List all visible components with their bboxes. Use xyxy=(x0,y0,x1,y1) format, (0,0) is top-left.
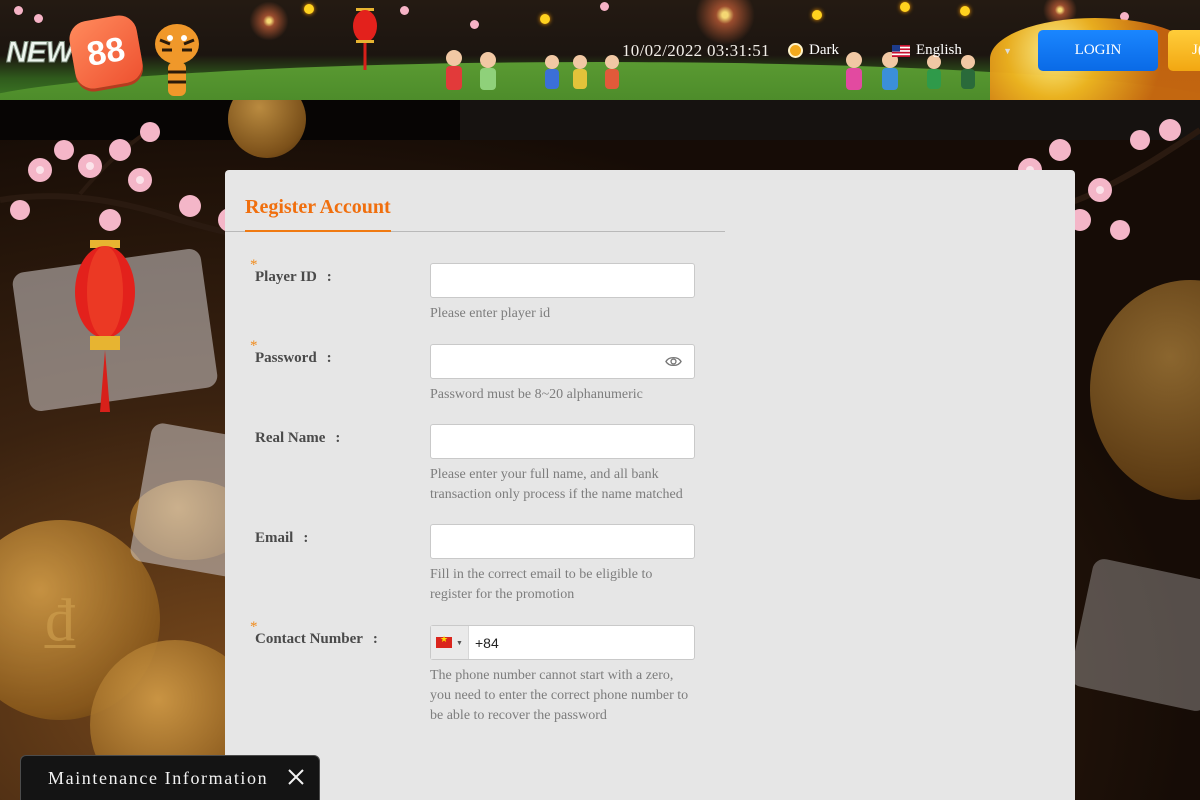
logo-wordmark: NEW xyxy=(6,36,75,70)
player-id-input[interactable] xyxy=(430,263,695,298)
page-title: Register Account xyxy=(245,196,391,218)
email-label: Email: xyxy=(255,530,309,546)
close-icon[interactable] xyxy=(287,768,305,786)
password-hint: Password must be 8~20 alphanumeric xyxy=(430,387,643,402)
lantern-icon xyxy=(353,8,377,70)
apricot-blossom-decoration xyxy=(304,4,314,14)
cherry-blossom-decoration xyxy=(400,6,409,15)
player-id-hint: Please enter player id xyxy=(430,306,551,321)
contact-number-label: Contact Number: xyxy=(255,631,378,647)
real-name-hint: Please enter your full name, and all ban… xyxy=(430,467,683,502)
cherry-blossom-decoration xyxy=(470,20,479,29)
real-name-label: Real Name: xyxy=(255,430,341,446)
current-datetime: 10/02/2022 03:31:51 xyxy=(622,41,770,60)
contact-number-hint: The phone number cannot start with a zer… xyxy=(430,668,689,723)
login-button[interactable]: LOGIN xyxy=(1038,30,1158,71)
real-name-input[interactable] xyxy=(430,424,695,459)
title-underline xyxy=(245,230,391,232)
children-decoration xyxy=(446,50,619,90)
tiger-icon xyxy=(155,24,199,96)
vietnam-flag-icon xyxy=(436,634,453,648)
language-selector[interactable]: English ▼ xyxy=(892,42,1012,59)
contact-number-field: ▼ xyxy=(430,625,695,660)
lantern-icon xyxy=(75,240,135,412)
contact-number-input[interactable] xyxy=(469,627,694,658)
language-selected-label: English xyxy=(916,42,962,58)
password-input[interactable] xyxy=(430,344,695,379)
apricot-blossom-decoration xyxy=(960,6,970,16)
maintenance-info-label: Maintenance Information xyxy=(48,768,269,788)
apricot-blossom-decoration xyxy=(900,2,910,12)
dark-mode-toggle[interactable]: Dark xyxy=(788,42,839,59)
theme-dot-icon xyxy=(788,43,803,58)
password-label: Password: xyxy=(255,350,332,366)
country-code-selector[interactable]: ▼ xyxy=(431,626,469,659)
firework-decoration xyxy=(246,0,292,44)
cherry-blossom-decoration xyxy=(600,2,609,11)
apricot-blossom-decoration xyxy=(812,10,822,20)
eye-icon[interactable] xyxy=(665,354,682,369)
us-flag-icon xyxy=(892,44,910,57)
card-decoration xyxy=(1068,556,1200,714)
player-id-label: Player ID: xyxy=(255,269,332,285)
site-header: NEW 88 10/02/2022 03:31:51 Dark English … xyxy=(0,0,1200,100)
maintenance-info-popup[interactable]: Maintenance Information xyxy=(20,755,320,800)
join-button[interactable]: J( xyxy=(1168,30,1200,71)
new88-logo[interactable]: NEW 88 xyxy=(2,8,217,98)
register-panel: Register Account * Player ID: Please ent… xyxy=(225,170,1075,800)
email-hint: Fill in the correct email to be eligible… xyxy=(430,567,653,602)
theme-toggle-label: Dark xyxy=(809,42,839,58)
logo-badge: 88 xyxy=(66,12,146,92)
chevron-down-icon: ▼ xyxy=(1003,45,1012,56)
email-input[interactable] xyxy=(430,524,695,559)
chevron-down-icon: ▼ xyxy=(456,638,463,647)
apricot-blossom-decoration xyxy=(540,14,550,24)
